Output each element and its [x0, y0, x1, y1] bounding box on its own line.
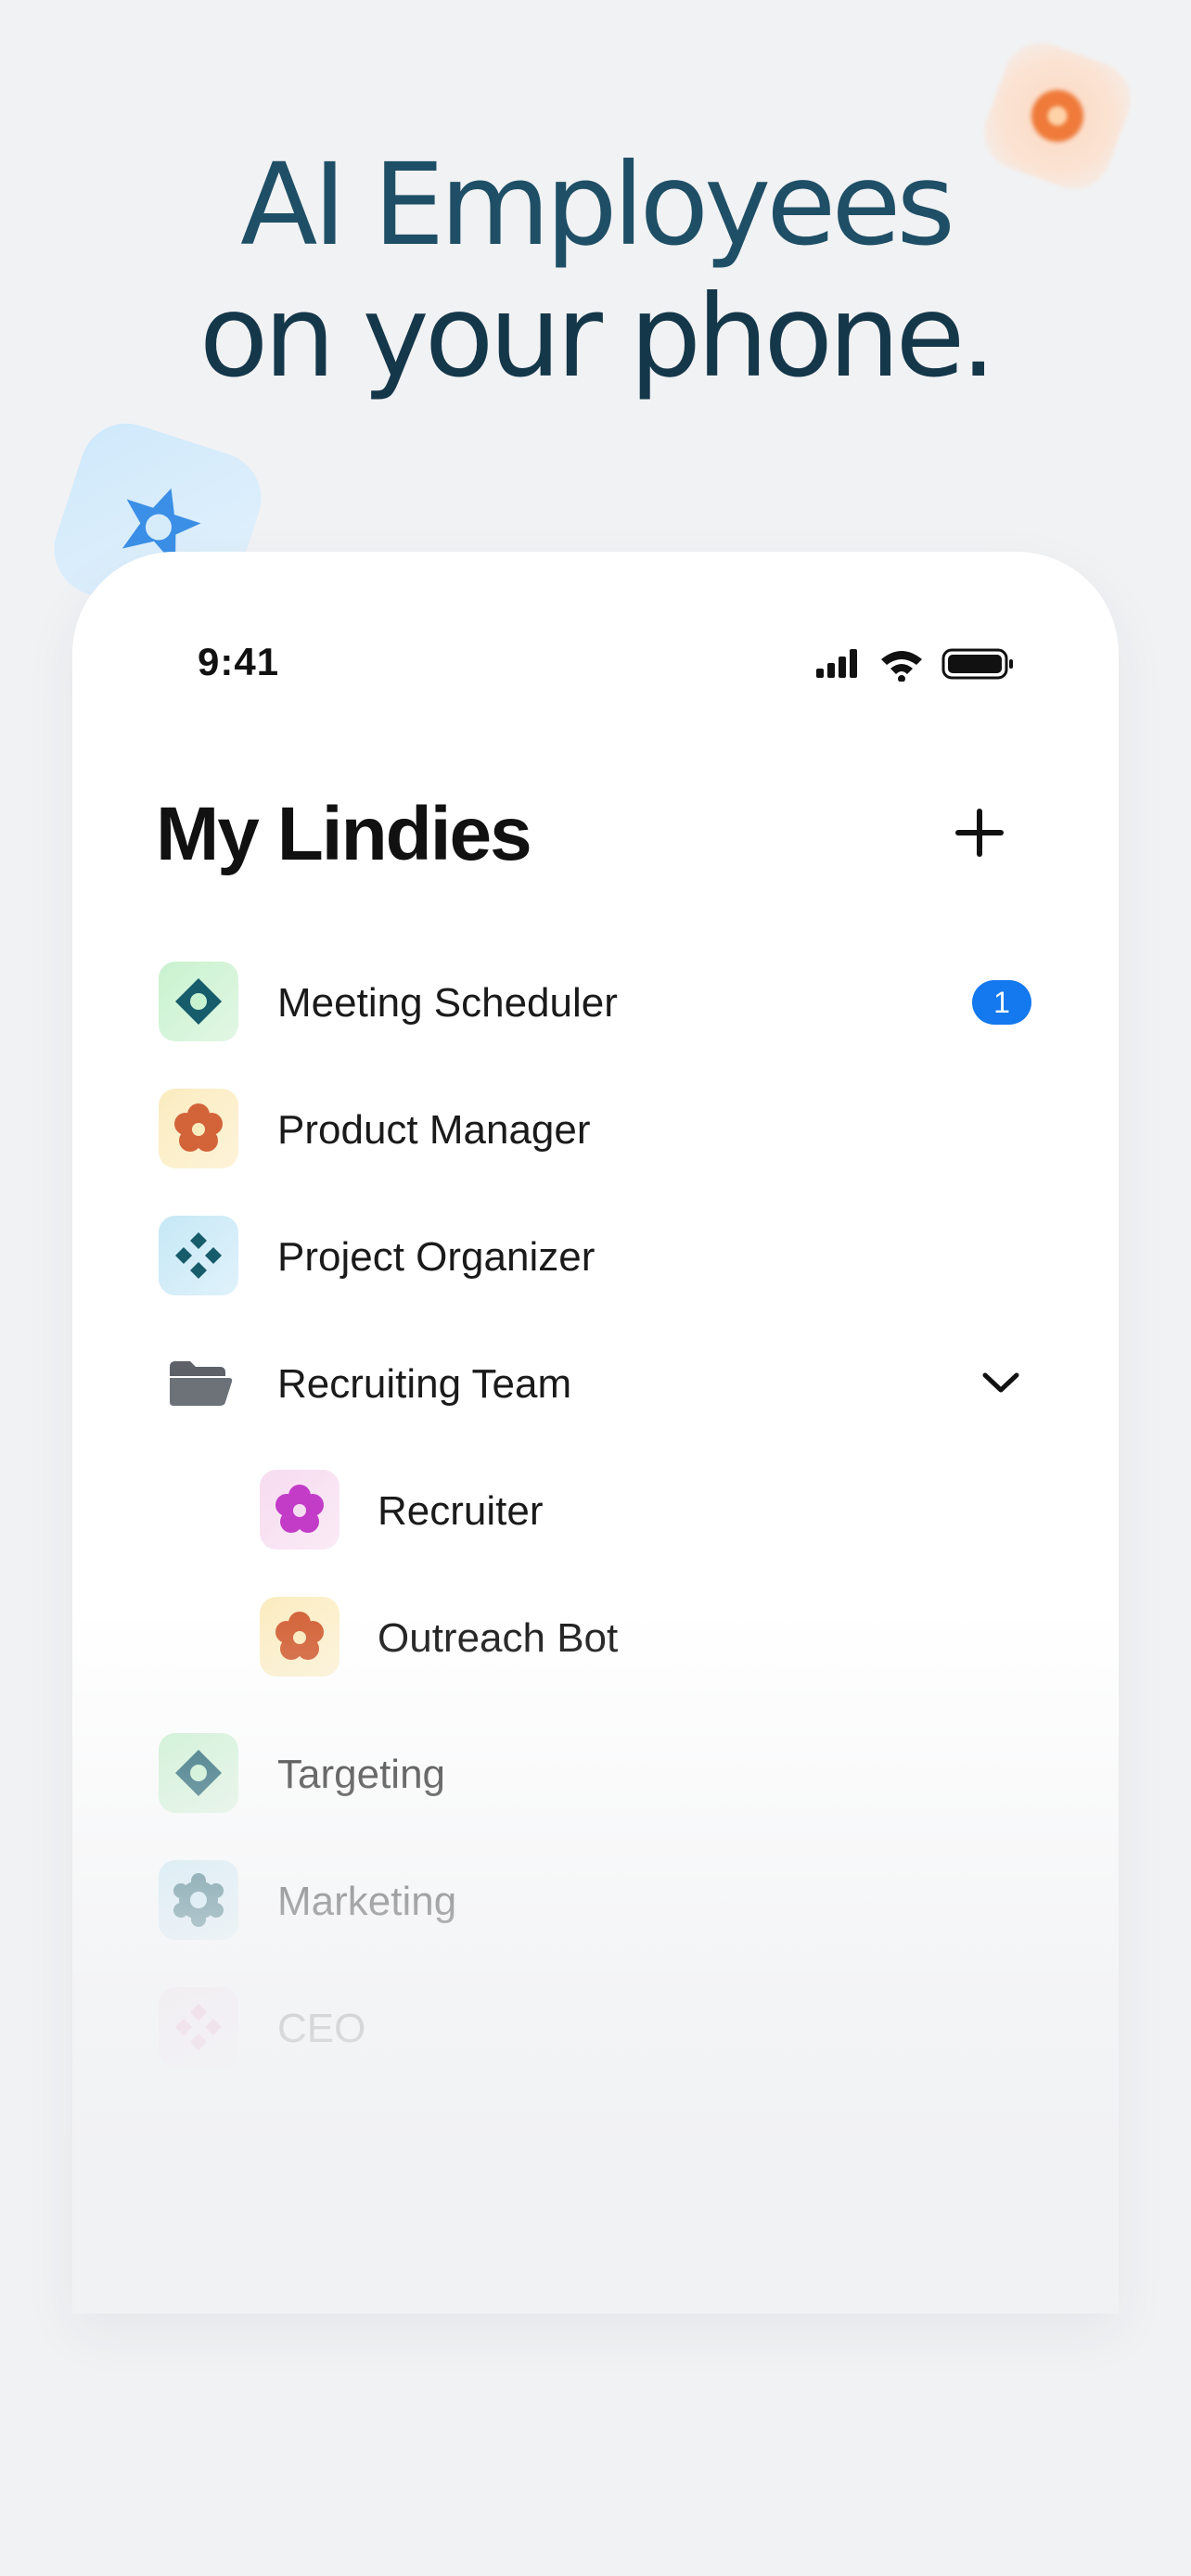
plus-icon[interactable]: [954, 807, 1005, 859]
phone-screen: 9:41 My Lindies Meeting Scheduler 1 Prod…: [72, 552, 1119, 2314]
list-item-label: Targeting: [277, 1752, 446, 1797]
headline: AI Employees on your phone.: [0, 139, 1191, 402]
list-item-label: Recruiting Team: [277, 1361, 572, 1407]
headline-line-1: AI Employees: [239, 139, 955, 271]
list-item-label: CEO: [277, 2006, 366, 2051]
list-item-label: Recruiter: [378, 1488, 544, 1534]
list-item-outreach-bot[interactable]: Outreach Bot: [72, 1590, 1119, 1683]
list-item-label: Meeting Scheduler: [277, 980, 618, 1026]
list-item-meeting-scheduler[interactable]: Meeting Scheduler 1: [72, 955, 1119, 1048]
battery-icon: [941, 648, 1013, 680]
headline-line-2: on your phone.: [198, 271, 996, 402]
chevron-down-icon[interactable]: [981, 1364, 1020, 1401]
diamond-ring-icon: [159, 1733, 238, 1813]
bottom-fade: [72, 1609, 1119, 2314]
folder-icon: [159, 1343, 238, 1422]
list-item-targeting[interactable]: Targeting: [72, 1727, 1119, 1819]
diamond-ring-icon: [159, 962, 238, 1041]
wifi-icon: [881, 651, 922, 682]
list-item-ceo[interactable]: CEO: [72, 1981, 1119, 2073]
list-item-project-organizer[interactable]: Project Organizer: [72, 1209, 1119, 1302]
status-time: 9:41: [198, 640, 280, 683]
four-diamonds-icon: [159, 1987, 238, 2067]
flower-icon: [159, 1089, 238, 1168]
flower-icon: [260, 1597, 339, 1677]
list-item-marketing[interactable]: Marketing: [72, 1854, 1119, 1946]
list-item-label: Marketing: [277, 1879, 457, 1924]
list-item-label: Project Organizer: [277, 1234, 596, 1280]
flower-icon: [260, 1470, 339, 1549]
gear-ring-icon: [159, 1860, 238, 1940]
four-diamonds-icon: [159, 1216, 238, 1295]
list-item-label: Outreach Bot: [378, 1615, 619, 1661]
list-item-recruiting-team[interactable]: Recruiting Team: [72, 1336, 1119, 1429]
list-item-label: Product Manager: [277, 1107, 591, 1153]
page-title: My Lindies: [156, 792, 532, 876]
status-icons: [816, 648, 1013, 682]
notification-badge: 1: [972, 980, 1031, 1025]
signal-icon: [816, 649, 857, 678]
list-item-product-manager[interactable]: Product Manager: [72, 1082, 1119, 1175]
list-item-recruiter[interactable]: Recruiter: [72, 1463, 1119, 1556]
